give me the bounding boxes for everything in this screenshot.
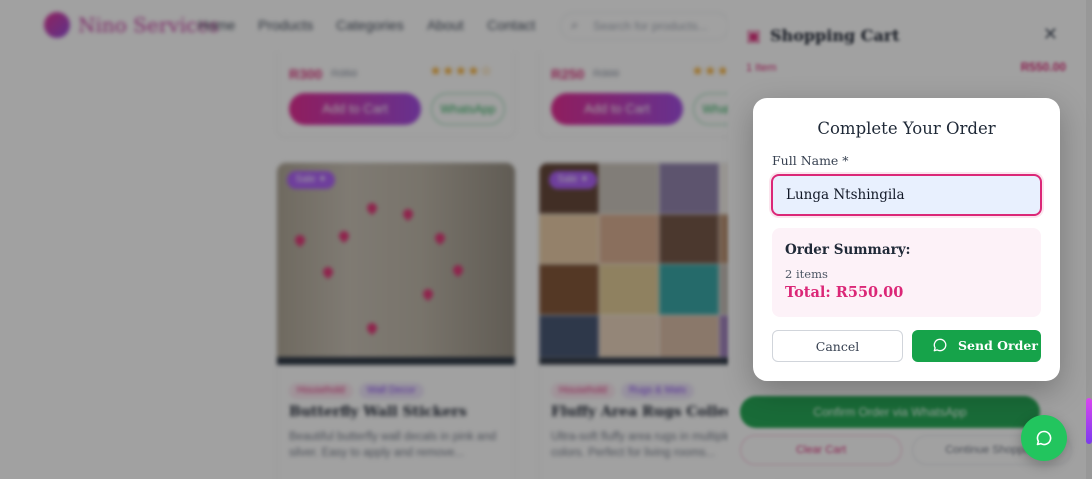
- order-summary: Order Summary: 2 items Total: R550.00: [772, 228, 1041, 317]
- full-name-label: Full Name *: [772, 153, 849, 168]
- order-summary-title: Order Summary:: [785, 242, 911, 258]
- whatsapp-floating-button[interactable]: [1021, 415, 1067, 461]
- scrollbar-thumb[interactable]: [1086, 398, 1092, 444]
- order-item-count: 2 items: [785, 267, 828, 281]
- order-total: Total: R550.00: [785, 284, 904, 301]
- complete-order-modal: Complete Your Order Full Name * Order Su…: [753, 98, 1060, 381]
- full-name-input[interactable]: [771, 174, 1042, 216]
- scrollbar-track[interactable]: [1086, 0, 1092, 479]
- send-order-button[interactable]: Send Order: [912, 330, 1041, 362]
- cancel-button[interactable]: Cancel: [772, 330, 903, 362]
- send-order-label: Send Order: [958, 338, 1038, 353]
- whatsapp-chat-icon: [1036, 430, 1052, 446]
- chat-bubble-icon: [933, 338, 947, 352]
- modal-title: Complete Your Order: [817, 119, 996, 138]
